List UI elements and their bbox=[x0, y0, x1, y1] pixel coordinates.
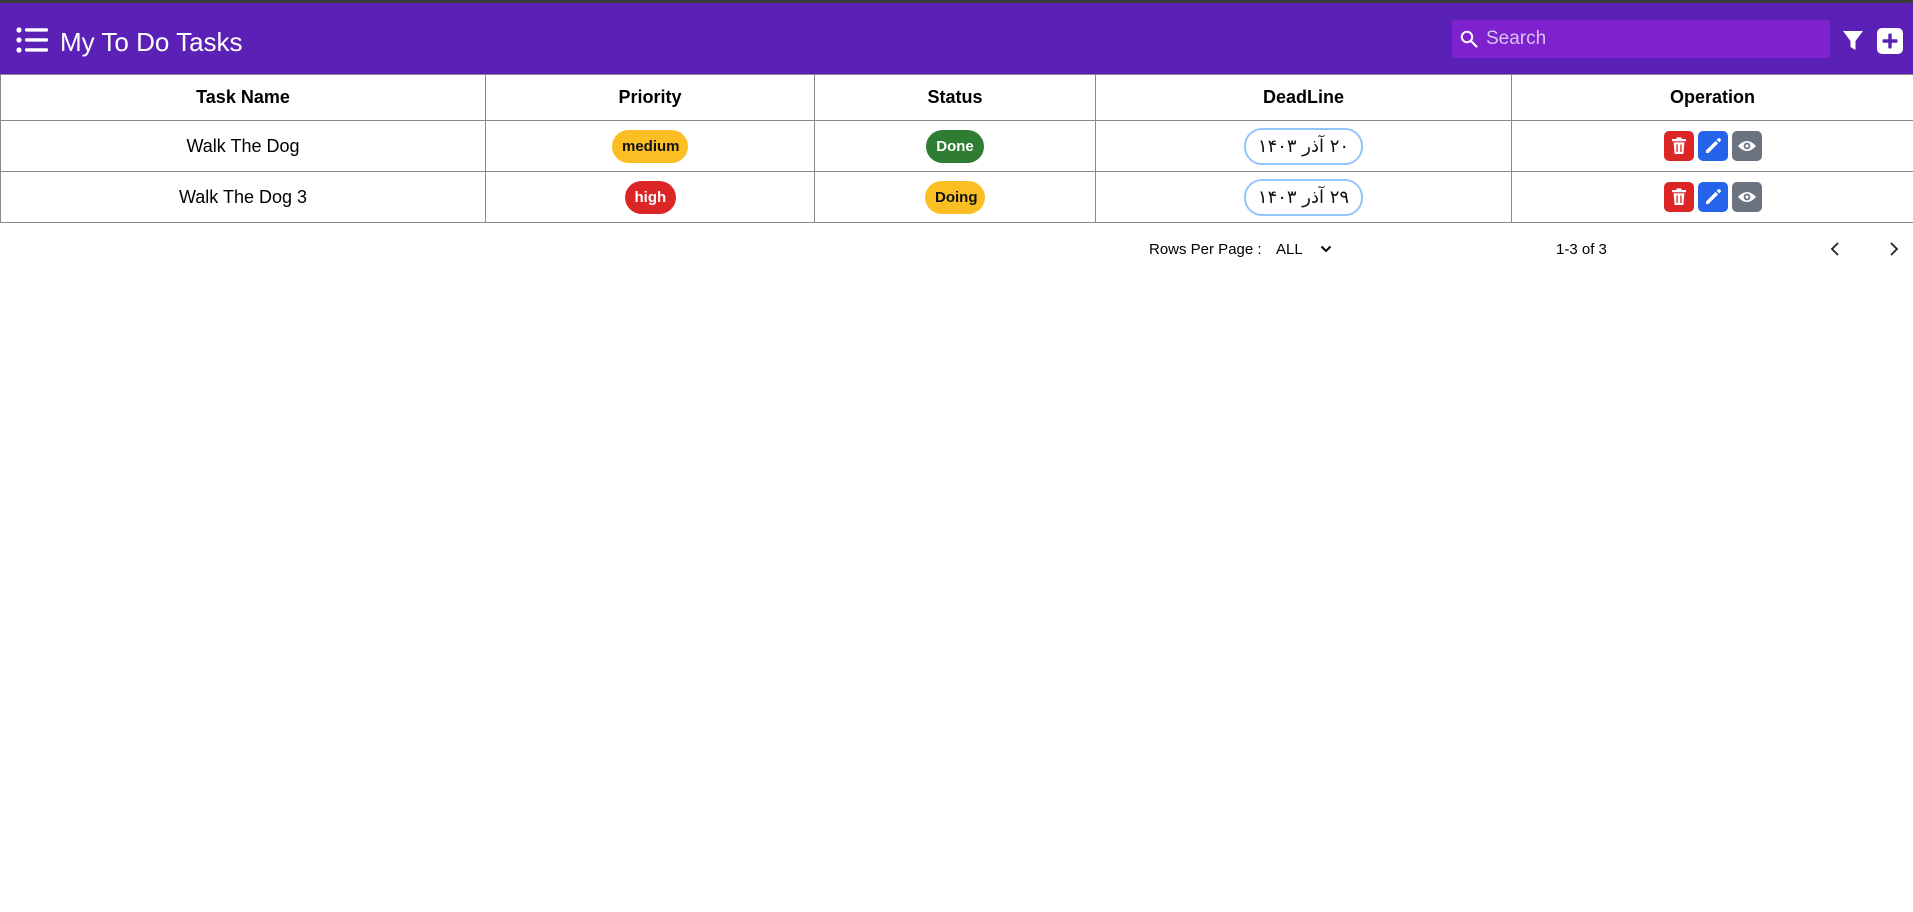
tasks-table: Task Name Priority Status DeadLine Opera… bbox=[0, 74, 1913, 223]
table-header-row: Task Name Priority Status DeadLine Opera… bbox=[0, 74, 1913, 121]
pagination-bar: Rows Per Page : ALL 1-3 of 3 bbox=[0, 232, 1913, 268]
priority-badge: medium bbox=[612, 129, 688, 163]
view-button[interactable] bbox=[1731, 131, 1762, 161]
next-page-button[interactable] bbox=[1884, 238, 1904, 260]
add-task-button[interactable] bbox=[1877, 28, 1903, 54]
status-cell: Doing bbox=[814, 171, 1096, 223]
table-row: Walk The Dog medium Done ۲۰ آذر ۱۴۰۳ bbox=[0, 120, 1913, 172]
priority-badge: high bbox=[624, 180, 676, 214]
eye-icon bbox=[1737, 192, 1756, 202]
priority-cell: high bbox=[485, 171, 815, 223]
trash-icon bbox=[1671, 137, 1686, 154]
rows-per-page-value: ALL bbox=[1276, 241, 1303, 258]
edit-button[interactable] bbox=[1697, 182, 1728, 212]
status-badge: Done bbox=[926, 129, 984, 163]
eye-icon bbox=[1737, 141, 1756, 151]
table-row: Walk The Dog 3 high Doing ۲۹ آذر ۱۴۰۳ bbox=[0, 171, 1913, 223]
deadline-cell: ۲۹ آذر ۱۴۰۳ bbox=[1095, 171, 1512, 223]
app-bar: My To Do Tasks bbox=[0, 3, 1913, 74]
column-header-priority[interactable]: Priority bbox=[485, 74, 815, 121]
trash-icon bbox=[1671, 188, 1686, 205]
column-header-deadline[interactable]: DeadLine bbox=[1095, 74, 1512, 121]
list-menu-icon[interactable] bbox=[16, 27, 48, 53]
deadline-chip: ۲۰ آذر ۱۴۰۳ bbox=[1243, 127, 1364, 165]
pencil-icon bbox=[1705, 137, 1721, 153]
view-button[interactable] bbox=[1731, 182, 1762, 212]
pencil-icon bbox=[1705, 188, 1721, 204]
operation-cell bbox=[1511, 120, 1913, 172]
page-title: My To Do Tasks bbox=[60, 27, 243, 57]
column-header-operation: Operation bbox=[1511, 74, 1913, 121]
delete-button[interactable] bbox=[1663, 131, 1694, 161]
edit-button[interactable] bbox=[1697, 131, 1728, 161]
chevron-down-icon bbox=[1320, 245, 1332, 253]
priority-cell: medium bbox=[485, 120, 815, 172]
status-cell: Done bbox=[814, 120, 1096, 172]
filter-icon[interactable] bbox=[1841, 29, 1865, 53]
row-actions bbox=[1663, 131, 1762, 161]
task-name-cell: Walk The Dog bbox=[0, 120, 486, 172]
search-input[interactable] bbox=[1482, 20, 1826, 58]
previous-page-button[interactable] bbox=[1825, 238, 1845, 260]
operation-cell bbox=[1511, 171, 1913, 223]
search-icon bbox=[1460, 30, 1478, 48]
page-range-text: 1-3 of 3 bbox=[1556, 241, 1607, 258]
column-header-task-name[interactable]: Task Name bbox=[0, 74, 486, 121]
rows-per-page-label: Rows Per Page : bbox=[1149, 241, 1262, 258]
search-box bbox=[1452, 20, 1830, 58]
deadline-cell: ۲۰ آذر ۱۴۰۳ bbox=[1095, 120, 1512, 172]
row-actions bbox=[1663, 182, 1762, 212]
deadline-chip: ۲۹ آذر ۱۴۰۳ bbox=[1243, 178, 1364, 216]
delete-button[interactable] bbox=[1663, 182, 1694, 212]
chevron-right-icon bbox=[1890, 242, 1899, 256]
status-badge: Doing bbox=[925, 180, 985, 214]
column-header-status[interactable]: Status bbox=[814, 74, 1096, 121]
plus-icon bbox=[1882, 33, 1898, 49]
chevron-left-icon bbox=[1830, 242, 1839, 256]
task-name-cell: Walk The Dog 3 bbox=[0, 171, 486, 223]
